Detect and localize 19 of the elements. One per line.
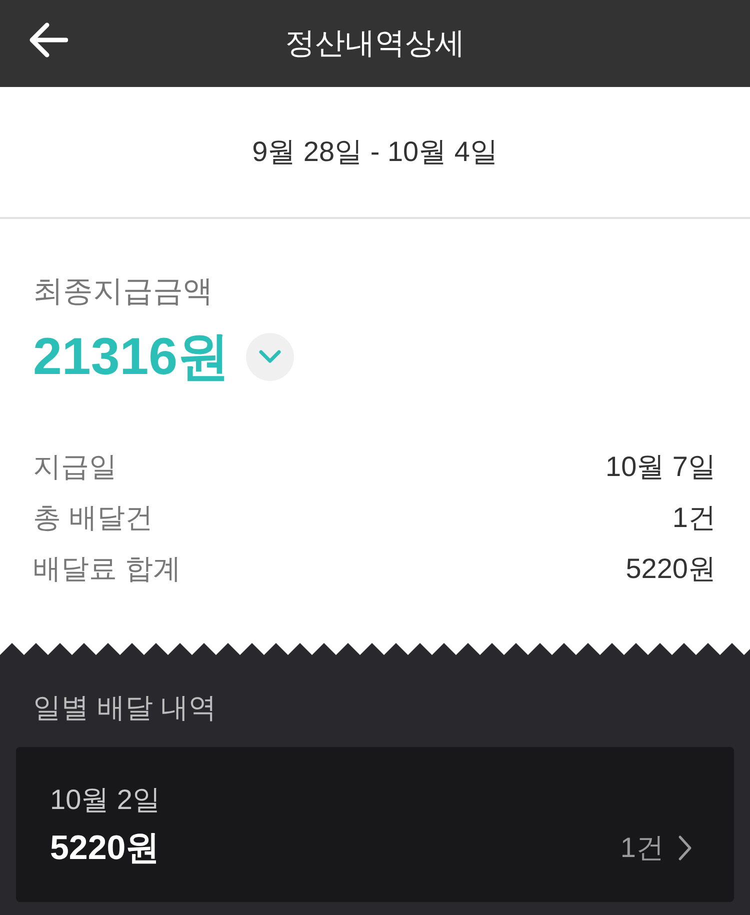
back-button[interactable] (28, 22, 68, 58)
detail-value: 5220원 (626, 552, 716, 586)
delivery-amount: 5220원 (50, 828, 160, 869)
chevron-right-icon (678, 835, 692, 861)
detail-label: 배달료 합계 (33, 552, 181, 586)
detail-label: 총 배달건 (33, 500, 153, 534)
date-range: 9월 28일 - 10월 4일 (252, 135, 498, 169)
total-label: 최종지급금액 (33, 274, 214, 310)
detail-value: 1건 (672, 500, 716, 534)
detail-value: 10월 7일 (606, 450, 716, 484)
detail-label: 지급일 (33, 450, 117, 484)
total-amount: 21316원 (33, 327, 230, 387)
daily-delivery-card[interactable]: 10월 2일 5220원 1건 (16, 747, 734, 902)
section-title: 일별 배달 내역 (32, 691, 218, 725)
delivery-date: 10월 2일 (50, 783, 162, 817)
delivery-count: 1건 (620, 831, 664, 865)
back-arrow-icon (28, 22, 68, 58)
page-title: 정산내역상세 (285, 26, 465, 62)
chevron-icon (258, 350, 281, 364)
